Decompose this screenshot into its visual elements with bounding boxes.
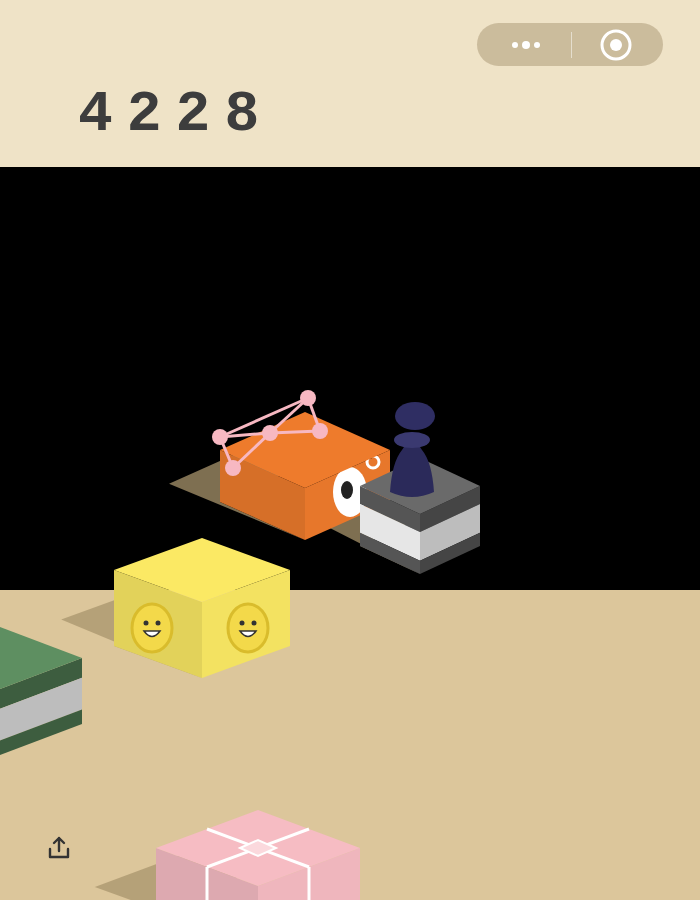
platform[interactable] [0, 624, 82, 758]
platform[interactable] [156, 810, 360, 900]
score: 4228 [0, 86, 700, 144]
gift-pattern-icon [207, 829, 309, 900]
platform[interactable] [114, 538, 290, 678]
network-decoration-icon [212, 390, 328, 476]
platform-face [420, 533, 480, 574]
game-screen[interactable]: 4228 [0, 0, 700, 900]
platform-top [220, 412, 390, 488]
platform-top [0, 624, 82, 692]
share-icon[interactable] [46, 835, 72, 861]
player-piece [390, 402, 435, 497]
more-dots-icon[interactable] [506, 39, 546, 51]
platform-face [360, 533, 420, 574]
dark-void [0, 167, 700, 590]
smiley-face-icon [132, 604, 172, 652]
platform-top [156, 810, 360, 886]
platform-face [0, 709, 82, 758]
capsule-divider [571, 32, 572, 58]
smiley-face-icon [228, 604, 268, 652]
mini-program-capsule [477, 23, 663, 66]
close-target-icon[interactable] [598, 27, 634, 63]
game-scene[interactable] [0, 167, 700, 900]
platform-top [114, 538, 290, 602]
header: 4228 [0, 0, 700, 167]
